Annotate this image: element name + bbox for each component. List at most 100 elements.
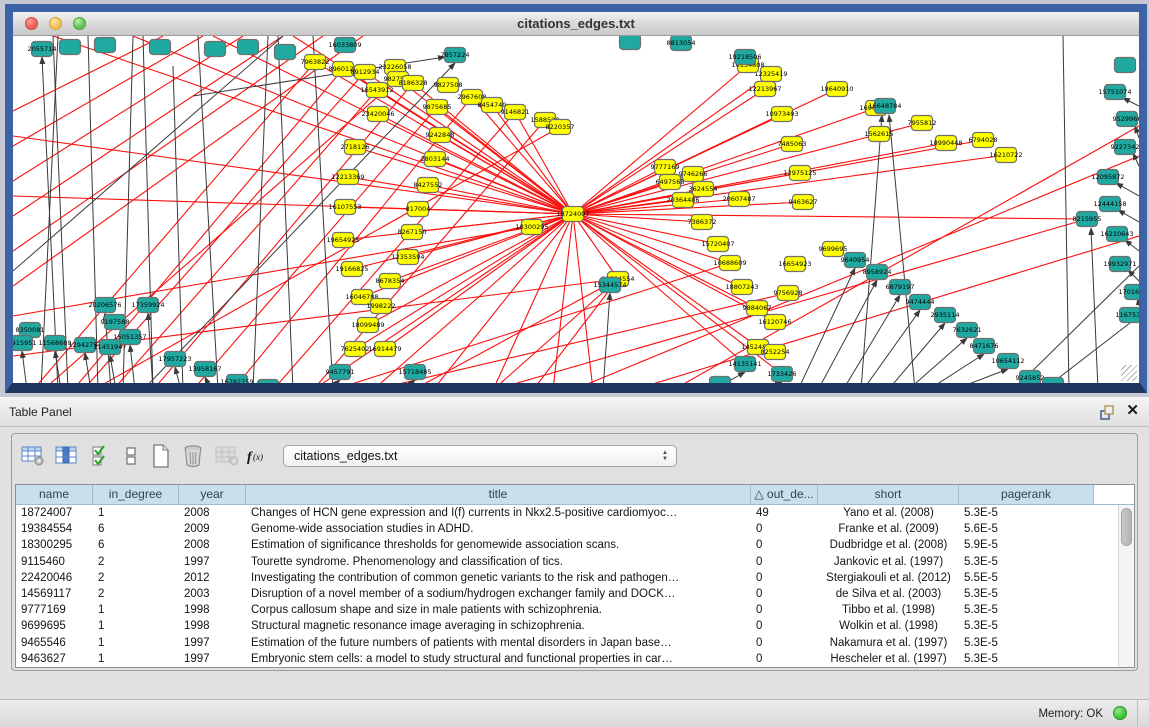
graph-node[interactable]: 7955812 <box>908 116 937 131</box>
graph-node[interactable]: 1562615 <box>865 127 894 142</box>
column-header-in_degree[interactable]: in_degree <box>93 485 179 505</box>
graph-node[interactable] <box>238 40 259 55</box>
graph-node[interactable] <box>275 45 296 60</box>
table-row[interactable]: 969969511998Structural magnetic resonanc… <box>16 618 1118 634</box>
table-cell[interactable]: 5.3E-5 <box>959 602 1094 618</box>
graph-node[interactable]: 9756928 <box>774 286 803 301</box>
table-cell[interactable]: 22420046 <box>16 570 93 586</box>
table-cell[interactable]: 2008 <box>179 505 246 521</box>
graph-node[interactable]: 9640954 <box>841 253 870 268</box>
window-resize-grip[interactable] <box>1121 365 1137 381</box>
table-cell[interactable]: 5.5E-5 <box>959 570 1094 586</box>
column-select-icon[interactable] <box>54 443 80 469</box>
table-cell[interactable]: Franke et al. (2009) <box>818 521 959 537</box>
table-cell[interactable]: Estimation of the future numbers of pati… <box>246 635 751 651</box>
close-panel-icon[interactable]: ✕ <box>1126 403 1139 419</box>
graph-node[interactable]: 7632621 <box>953 323 982 338</box>
graph-node[interactable]: 8252254 <box>761 345 790 360</box>
table-cell[interactable]: 14569117 <box>16 586 93 602</box>
table-row[interactable]: 1872400712008Changes of HCN gene express… <box>16 505 1118 521</box>
graph-node[interactable]: 16210722 <box>989 148 1022 163</box>
table-cell[interactable]: 5.9E-5 <box>959 537 1094 553</box>
table-cell[interactable]: 2 <box>93 586 179 602</box>
graph-node[interactable]: 1998222 <box>367 299 396 314</box>
graph-node[interactable]: 9245852 <box>1016 371 1045 384</box>
graph-node[interactable]: 8912934 <box>351 65 380 80</box>
network-table-dropdown[interactable]: citations_edges.txt ▲▼ <box>283 445 677 467</box>
table-cell[interactable]: Genome-wide association studies in ADHD. <box>246 521 751 537</box>
graph-node[interactable]: 2055714 <box>28 42 57 57</box>
graph-edge[interactable] <box>175 367 181 383</box>
graph-node[interactable]: 9699695 <box>819 242 848 257</box>
graph-edge[interactable] <box>1133 153 1139 166</box>
graph-node[interactable]: 10654112 <box>991 354 1024 369</box>
graph-edge[interactable] <box>889 115 915 383</box>
graph-node[interactable]: 7485063 <box>778 137 807 152</box>
graph-node[interactable]: 1167533 <box>1116 308 1139 323</box>
graph-node[interactable]: 14135141 <box>728 357 761 372</box>
table-cell[interactable]: 5.3E-5 <box>959 635 1094 651</box>
table-cell[interactable]: 5.6E-5 <box>959 521 1094 537</box>
table-cell[interactable]: de Silva et al. (2003) <box>818 586 959 602</box>
graph-node[interactable]: 12975125 <box>783 166 816 181</box>
table-cell[interactable]: Corpus callosum shape and size in male p… <box>246 602 751 618</box>
graph-edge[interactable] <box>1125 240 1139 251</box>
table-row[interactable]: 1830029562008Estimation of significance … <box>16 537 1118 553</box>
graph-node[interactable]: 2718126 <box>341 140 370 155</box>
graph-edge[interactable] <box>328 380 340 383</box>
graph-node[interactable] <box>150 40 171 55</box>
graph-node[interactable]: 16107553 <box>328 200 361 215</box>
graph-node[interactable]: 6794028 <box>969 133 998 148</box>
table-cell[interactable]: 1 <box>93 651 179 667</box>
table-cell[interactable]: 2003 <box>179 586 246 602</box>
table-cell[interactable]: Jankovic et al. (1997) <box>818 554 959 570</box>
graph-edge[interactable] <box>633 236 1139 383</box>
table-cell[interactable]: 5.3E-5 <box>959 554 1094 570</box>
graph-node[interactable]: 7386372 <box>688 215 717 230</box>
table-cell[interactable]: 0 <box>751 521 818 537</box>
table-cell[interactable]: 1998 <box>179 602 246 618</box>
graph-edge[interactable] <box>373 293 788 383</box>
table-cell[interactable]: Investigating the contribution of common… <box>246 570 751 586</box>
column-header-name[interactable]: name <box>16 485 93 505</box>
graph-node[interactable]: 9197588 <box>101 315 130 330</box>
graph-node[interactable]: 19166825 <box>335 262 368 277</box>
table-cell[interactable]: 9463627 <box>16 651 93 667</box>
function-builder-icon[interactable]: f (x) <box>246 443 272 469</box>
table-cell[interactable]: 49 <box>751 505 818 521</box>
graph-node[interactable] <box>620 36 641 50</box>
graph-edge[interactable] <box>1091 228 1098 383</box>
graph-edge[interactable] <box>22 351 27 383</box>
graph-node[interactable]: 8186328 <box>399 76 428 91</box>
graph-node[interactable]: 16120746 <box>758 315 791 330</box>
graph-node[interactable]: 9827508 <box>434 78 463 93</box>
graph-node[interactable] <box>95 38 116 53</box>
graph-node[interactable]: 8267150 <box>398 225 427 240</box>
table-cell[interactable]: Nakamura et al. (1997) <box>818 635 959 651</box>
table-cell[interactable]: 1 <box>93 602 179 618</box>
graph-edge[interactable] <box>553 214 573 383</box>
graph-node[interactable]: 817004 <box>406 202 431 217</box>
graph-edge[interactable] <box>908 338 967 383</box>
table-cell[interactable]: 2 <box>93 570 179 586</box>
table-cell[interactable]: Dudbridge et al. (2008) <box>818 537 959 553</box>
table-cell[interactable]: 9777169 <box>16 602 93 618</box>
table-cell[interactable]: 0 <box>751 537 818 553</box>
network-svg[interactable]: 1872400779638228960128891293423226058982… <box>13 36 1139 383</box>
graph-node[interactable]: 12095872 <box>1091 170 1124 185</box>
table-cell[interactable]: Disruption of a novel member of a sodium… <box>246 586 751 602</box>
float-panel-icon[interactable] <box>1100 405 1115 420</box>
graph-node[interactable]: 23420046 <box>361 107 394 122</box>
table-cell[interactable]: 1997 <box>179 554 246 570</box>
graph-node[interactable] <box>205 42 226 57</box>
table-cell[interactable]: 9115460 <box>16 554 93 570</box>
graph-node[interactable]: 9463627 <box>789 195 818 210</box>
table-cell[interactable]: 0 <box>751 602 818 618</box>
delete-rows-icon[interactable] <box>180 443 206 469</box>
table-cell[interactable]: 2009 <box>179 521 246 537</box>
table-cell[interactable]: 0 <box>751 570 818 586</box>
graph-node[interactable]: 9242848 <box>426 128 455 143</box>
graph-edge[interactable] <box>13 36 363 286</box>
scrollbar-thumb[interactable] <box>1121 508 1132 546</box>
graph-node[interactable]: 8215955 <box>1073 212 1102 227</box>
